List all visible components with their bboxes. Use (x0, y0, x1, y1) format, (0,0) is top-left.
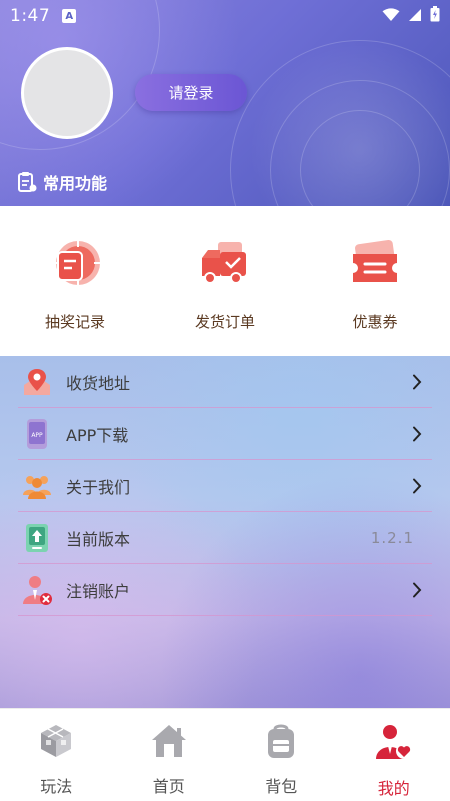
tab-label: 背包 (265, 777, 298, 796)
menu-item-label: 当前版本 (66, 529, 131, 549)
lottery-record-button[interactable]: 抽奖记录 (0, 206, 150, 356)
chevron-right-icon (412, 374, 422, 390)
bottom-tab-bar: 玩法 首页 背包 我的 (0, 708, 450, 801)
menu-list: 收货地址 APP APP下载 关于我们 当前版本 1.2.1 注销账户 (0, 356, 450, 708)
chevron-right-icon (412, 478, 422, 494)
notification-badge-icon: A (62, 9, 77, 23)
user-heart-icon (374, 723, 414, 765)
menu-item-address[interactable]: 收货地址 (18, 356, 432, 408)
chevron-right-icon (412, 426, 422, 442)
lottery-record-label: 抽奖记录 (44, 313, 105, 331)
group-people-icon (20, 469, 54, 503)
tab-label: 我的 (377, 779, 410, 798)
battery-icon (430, 6, 440, 26)
tab-label: 玩法 (40, 777, 73, 796)
tab-backpack[interactable]: 背包 (225, 709, 338, 801)
menu-item-label: 注销账户 (66, 581, 131, 601)
version-upload-icon (20, 521, 54, 555)
section-title: 常用功能 (17, 170, 107, 194)
lottery-record-icon (48, 236, 102, 294)
version-number: 1.2.1 (370, 528, 414, 547)
menu-item-app-download[interactable]: APP APP下载 (18, 408, 432, 460)
avatar[interactable] (21, 47, 113, 139)
backpack-icon (264, 723, 298, 763)
menu-item-label: 收货地址 (66, 373, 131, 393)
coupon-icon (348, 236, 402, 294)
tab-label: 首页 (152, 777, 185, 796)
delivery-order-label: 发货订单 (194, 313, 255, 331)
cube-icon (38, 723, 74, 763)
menu-item-delete-account[interactable]: 注销账户 (18, 564, 432, 616)
menu-item-label: 关于我们 (66, 477, 131, 497)
status-bar: 1:47 A (0, 0, 450, 32)
coupon-label: 优惠券 (352, 313, 398, 331)
menu-item-version: 当前版本 1.2.1 (18, 512, 432, 564)
signal-icon (408, 7, 422, 26)
home-icon (150, 723, 188, 763)
functions-panel: 抽奖记录 发货订单 优惠券 (0, 206, 450, 356)
map-location-icon (20, 365, 54, 399)
coupon-button[interactable]: 优惠券 (300, 206, 450, 356)
wifi-icon (382, 7, 400, 26)
section-title-label: 常用功能 (43, 174, 108, 193)
menu-item-about-us[interactable]: 关于我们 (18, 460, 432, 512)
delete-account-icon (20, 573, 54, 607)
app-badge-text: APP (31, 432, 43, 439)
delivery-truck-icon (198, 236, 252, 294)
status-time: 1:47 (10, 6, 51, 26)
chevron-right-icon (412, 582, 422, 598)
tab-home[interactable]: 首页 (113, 709, 226, 801)
login-button[interactable]: 请登录 (135, 74, 247, 111)
clipboard-icon (17, 171, 37, 193)
tab-gameplay[interactable]: 玩法 (0, 709, 113, 801)
menu-item-label: APP下载 (66, 425, 129, 445)
delivery-order-button[interactable]: 发货订单 (150, 206, 300, 356)
app-download-icon: APP (20, 417, 54, 451)
tab-mine[interactable]: 我的 (338, 709, 450, 801)
